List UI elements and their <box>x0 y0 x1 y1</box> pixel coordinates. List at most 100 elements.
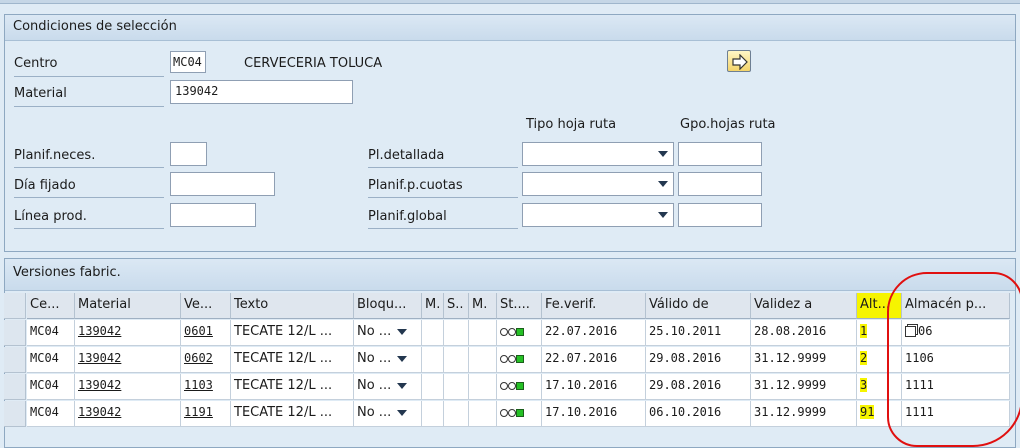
traffic-light-icon <box>500 325 524 339</box>
cell-empty <box>444 347 469 373</box>
cell-bloqueo[interactable]: No ... <box>354 347 422 373</box>
selection-frame-title: Condiciones de selección <box>5 15 1015 41</box>
cell-empty <box>444 374 469 400</box>
cell-text-valido_de: 06.10.2016 <box>649 405 722 419</box>
cell-valido_de: 25.10.2011 <box>646 320 751 346</box>
col-header-validez-a[interactable]: Validez a <box>751 293 857 319</box>
cell-texto: TECATE 12/L ... <box>231 374 354 400</box>
planif-neces-field[interactable] <box>170 142 207 166</box>
cell-text-texto: TECATE 12/L ... <box>234 324 333 339</box>
planif-cuotas-select[interactable] <box>522 172 674 196</box>
cell-text-valido_de: 25.10.2011 <box>649 324 722 338</box>
col-header-s[interactable]: S.. <box>444 293 469 319</box>
cell-text-texto: TECATE 12/L ... <box>234 351 333 366</box>
cell-bloqueo[interactable]: No ... <box>354 320 422 346</box>
cell-version[interactable]: 0601 <box>181 320 231 346</box>
row-selector[interactable] <box>4 347 26 373</box>
col-header-m2[interactable]: M. <box>469 293 497 319</box>
cell-centro: MC04 <box>27 347 75 373</box>
chevron-down-icon <box>397 409 408 416</box>
cell-empty <box>422 401 444 427</box>
cell-version[interactable]: 0602 <box>181 347 231 373</box>
row-selector[interactable] <box>4 374 26 400</box>
cell-empty <box>422 320 444 346</box>
cell-validez_a: 31.12.9999 <box>751 347 857 373</box>
linea-prod-field[interactable] <box>170 203 256 227</box>
col-header-m1[interactable]: M. <box>422 293 444 319</box>
col-header-version[interactable]: Ve... <box>181 293 231 319</box>
material-field[interactable]: 139042 <box>170 80 353 104</box>
cell-bloqueo[interactable]: No ... <box>354 401 422 427</box>
col-header-centro[interactable]: Ce... <box>27 293 75 319</box>
cell-text-bloqueo: No ... <box>357 405 392 420</box>
col-header-status[interactable]: St.... <box>497 293 542 319</box>
row-selector[interactable] <box>4 401 26 427</box>
cell-text-alt: 2 <box>860 351 868 365</box>
planif-global-underline <box>368 228 518 229</box>
col-header-texto[interactable]: Texto <box>231 293 354 319</box>
planif-global-select[interactable] <box>522 203 674 227</box>
gpo-hojas-ruta-field-3[interactable] <box>678 203 762 227</box>
col-header-bloqueo[interactable]: Bloqu... <box>354 293 422 319</box>
chevron-down-icon <box>658 181 668 187</box>
cell-status <box>497 320 542 346</box>
planif-cuotas-label: Planif.p.cuotas <box>368 178 463 193</box>
cell-text-validez_a: 28.08.2016 <box>754 324 827 338</box>
col-header-material[interactable]: Material <box>75 293 181 319</box>
cell-version[interactable]: 1191 <box>181 401 231 427</box>
planif-neces-label: Planif.neces. <box>14 148 96 163</box>
centro-underline <box>14 76 164 77</box>
traffic-light-icon <box>500 379 524 393</box>
pl-detallada-underline <box>368 167 518 168</box>
pl-detallada-select[interactable] <box>522 142 674 166</box>
cell-text-texto: TECATE 12/L ... <box>234 405 333 420</box>
centro-field[interactable]: MC04 <box>170 51 206 73</box>
cell-material[interactable]: 139042 <box>75 347 181 373</box>
dia-fijado-field[interactable] <box>170 172 275 196</box>
cell-material[interactable]: 139042 <box>75 401 181 427</box>
cell-text-alt: 1 <box>860 324 868 338</box>
cell-text-bloqueo: No ... <box>357 324 392 339</box>
centro-label: Centro <box>14 56 58 71</box>
cell-text-version: 0601 <box>184 324 213 338</box>
cell-text-bloqueo: No ... <box>357 351 392 366</box>
cell-text-alt: 3 <box>860 378 868 392</box>
cell-empty <box>469 320 497 346</box>
col-header-valido-de[interactable]: Válido de <box>646 293 751 319</box>
gpo-hojas-ruta-field-2[interactable] <box>678 172 762 196</box>
row-selector[interactable] <box>4 320 26 346</box>
cell-fe_verif: 22.07.2016 <box>542 347 646 373</box>
cell-material[interactable]: 139042 <box>75 374 181 400</box>
cell-empty <box>422 374 444 400</box>
col-header-fe-verif[interactable]: Fe.verif. <box>542 293 646 319</box>
cell-valido_de: 29.08.2016 <box>646 374 751 400</box>
cell-empty <box>444 320 469 346</box>
cell-empty <box>469 401 497 427</box>
cell-text-alt: 91 <box>860 405 875 419</box>
planif-cuotas-underline <box>368 197 518 198</box>
cell-text-validez_a: 31.12.9999 <box>754 351 827 365</box>
select-all-cell[interactable] <box>4 293 26 319</box>
cell-valido_de: 29.08.2016 <box>646 347 751 373</box>
cell-material[interactable]: 139042 <box>75 320 181 346</box>
cell-text-version: 1191 <box>184 405 213 419</box>
execute-button[interactable] <box>727 50 751 72</box>
cell-validez_a: 31.12.9999 <box>751 401 857 427</box>
cell-text-version: 0602 <box>184 351 213 365</box>
cell-text-validez_a: 31.12.9999 <box>754 405 827 419</box>
cell-text-bloqueo: No ... <box>357 378 392 393</box>
cell-version[interactable]: 1103 <box>181 374 231 400</box>
traffic-light-icon <box>500 406 524 420</box>
planif-neces-underline <box>14 167 164 168</box>
cell-text-material: 139042 <box>78 324 122 338</box>
selection-frame: Condiciones de selección <box>4 14 1016 252</box>
gpo-hojas-ruta-field-1[interactable] <box>678 142 762 166</box>
cell-text-valido_de: 29.08.2016 <box>649 378 722 392</box>
versions-frame-title: Versiones fabric. <box>5 259 1015 291</box>
cell-bloqueo[interactable]: No ... <box>354 374 422 400</box>
cell-text-fe_verif: 22.07.2016 <box>545 351 618 365</box>
chevron-down-icon <box>397 382 408 389</box>
linea-prod-label: Línea prod. <box>14 209 87 224</box>
pl-detallada-label: Pl.detallada <box>368 148 445 163</box>
cell-status <box>497 401 542 427</box>
